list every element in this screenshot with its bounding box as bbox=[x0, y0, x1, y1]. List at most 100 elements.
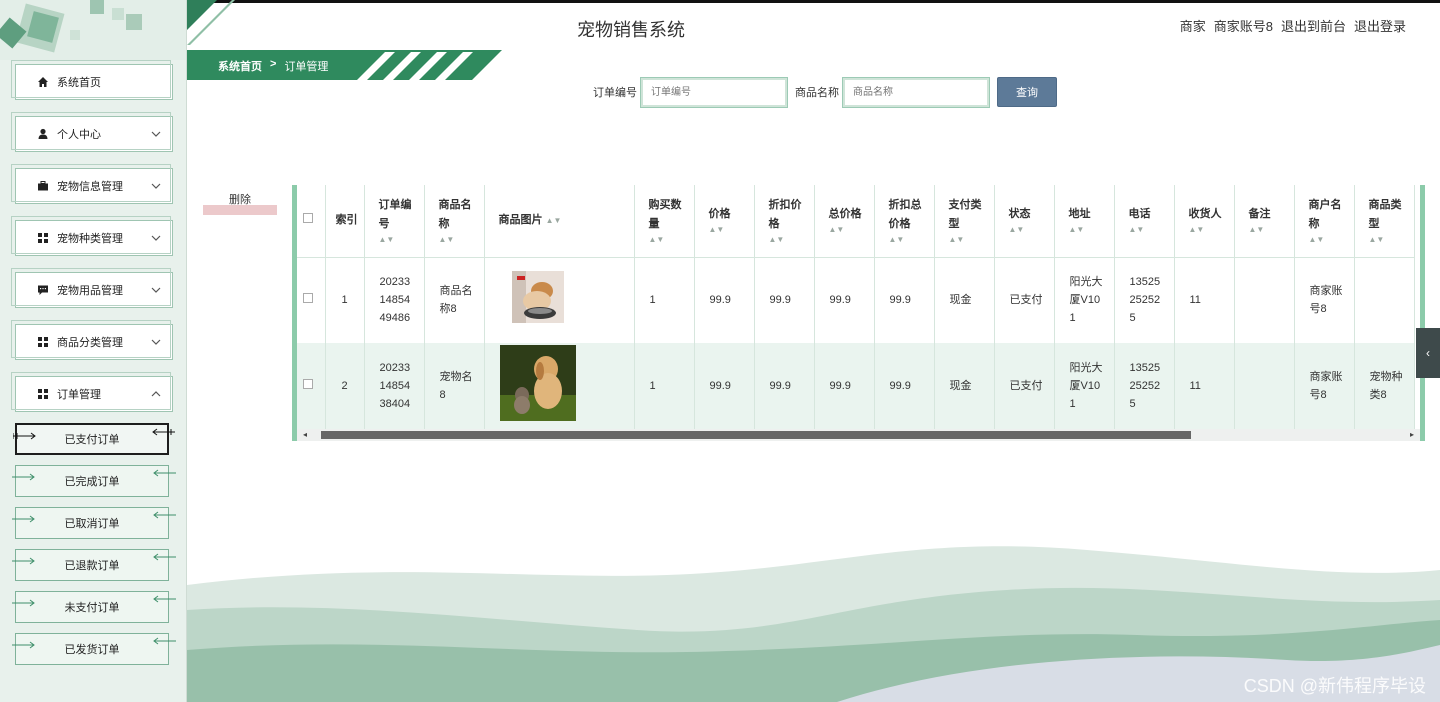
submenu-label: 已发货订单 bbox=[64, 644, 120, 656]
breadcrumb-home[interactable]: 系统首页 bbox=[218, 58, 262, 74]
submenu-shipped-orders[interactable]: 已发货订单 bbox=[12, 633, 176, 665]
arrow-left-icon bbox=[153, 553, 176, 561]
product-name-input[interactable] bbox=[842, 76, 990, 108]
horizontal-scrollbar[interactable]: ◂ ▸ bbox=[297, 429, 1420, 441]
col-header[interactable]: 电话 ▲▼ bbox=[1114, 185, 1175, 258]
sidebar-item-label: 个人中心 bbox=[57, 129, 101, 141]
col-header[interactable]: 商品名称 ▲▼ bbox=[424, 185, 485, 258]
user-role: 商家 bbox=[1179, 19, 1206, 34]
col-header[interactable]: 地址 ▲▼ bbox=[1054, 185, 1115, 258]
sidebar-item-orders[interactable]: 订单管理 bbox=[11, 372, 173, 412]
submenu-paid-orders[interactable]: 已支付订单 bbox=[13, 423, 175, 455]
select-all-header bbox=[297, 185, 326, 258]
delete-button[interactable]: 删除 bbox=[203, 193, 277, 215]
sort-icon: ▲▼ bbox=[888, 234, 905, 244]
row-checkbox[interactable] bbox=[303, 293, 313, 304]
arrow-left-icon bbox=[152, 428, 175, 436]
chevron-left-icon: ‹ bbox=[1426, 346, 1430, 360]
user-name: 商家账号8 bbox=[1213, 19, 1273, 34]
sort-icon: ▲▼ bbox=[708, 225, 725, 235]
submenu-unpaid-orders[interactable]: 未支付订单 bbox=[12, 591, 176, 623]
scroll-left-icon[interactable]: ◂ bbox=[303, 430, 307, 439]
chevron-up-icon bbox=[151, 391, 161, 397]
sort-icon: ▲▼ bbox=[1068, 225, 1085, 235]
grid-icon bbox=[36, 335, 50, 349]
sort-icon: ▲▼ bbox=[1368, 234, 1385, 244]
message-icon bbox=[36, 283, 50, 297]
sidebar-item-label: 系统首页 bbox=[57, 77, 101, 89]
submenu-label: 已完成订单 bbox=[64, 476, 120, 488]
col-header[interactable]: 购买数量 ▲▼ bbox=[634, 185, 695, 258]
col-header[interactable]: 状态 ▲▼ bbox=[994, 185, 1055, 258]
col-header[interactable]: 订单编号 ▲▼ bbox=[364, 185, 425, 258]
col-header[interactable]: 商品图片 ▲▼ bbox=[484, 185, 635, 258]
sidebar-item-label: 宠物信息管理 bbox=[57, 181, 123, 193]
order-number-input[interactable] bbox=[640, 76, 788, 108]
submenu-refunded-orders[interactable]: 已退款订单 bbox=[12, 549, 176, 581]
row-checkbox[interactable] bbox=[303, 379, 313, 389]
page-title: 宠物销售系统 bbox=[577, 20, 685, 40]
table-row[interactable]: 2 202331485438404 宠物名8 1 99.9 99.9 99.9 … bbox=[297, 343, 1415, 429]
sidebar-item-home[interactable]: 系统首页 bbox=[11, 60, 173, 100]
back-to-front-link[interactable]: 退出到前台 bbox=[1281, 16, 1346, 35]
sort-icon: ▲▼ bbox=[768, 234, 785, 244]
submenu-label: 已支付订单 bbox=[64, 434, 120, 446]
breadcrumb: 系统首页 > 订单管理 bbox=[218, 58, 328, 74]
user-icon bbox=[36, 127, 50, 141]
col-header[interactable]: 折扣总价格 ▲▼ bbox=[874, 185, 935, 258]
submenu-label: 已退款订单 bbox=[64, 560, 120, 572]
order-number-label: 订单编号 bbox=[593, 87, 637, 99]
sort-icon: ▲▼ bbox=[1128, 225, 1145, 235]
sidebar-item-product-categories[interactable]: 商品分类管理 bbox=[11, 320, 173, 360]
scroll-right-icon[interactable]: ▸ bbox=[1410, 430, 1414, 439]
arrow-right-icon bbox=[12, 599, 35, 607]
arrow-right-icon bbox=[12, 557, 35, 565]
arrow-right-icon bbox=[12, 641, 35, 649]
col-header: 索引 bbox=[325, 185, 365, 258]
user-links: 商家 商家账号8 退出到前台 退出登录 bbox=[1180, 16, 1406, 35]
arrow-left-icon bbox=[153, 469, 176, 477]
submenu-label: 已取消订单 bbox=[64, 518, 120, 530]
arrow-right-icon bbox=[12, 473, 35, 481]
briefcase-icon bbox=[36, 179, 50, 193]
sidebar-item-profile[interactable]: 个人中心 bbox=[11, 112, 173, 152]
header-corner-decoration bbox=[187, 0, 235, 45]
arrow-right-icon bbox=[12, 515, 35, 523]
collapse-panel-button[interactable]: ‹ bbox=[1416, 328, 1440, 378]
chevron-down-icon bbox=[151, 287, 161, 293]
table-row[interactable]: 1 20233148544948​6 商品名称8 1 99.9 bbox=[297, 257, 1415, 343]
sort-icon: ▲▼ bbox=[378, 234, 395, 244]
sort-icon: ▲▼ bbox=[545, 216, 562, 226]
sort-icon: ▲▼ bbox=[828, 225, 845, 235]
chevron-down-icon bbox=[151, 131, 161, 137]
grid-icon bbox=[36, 231, 50, 245]
sort-icon: ▲▼ bbox=[1308, 234, 1325, 244]
sidebar-item-pet-supplies[interactable]: 宠物用品管理 bbox=[11, 268, 173, 308]
col-header[interactable]: 总价格 ▲▼ bbox=[814, 185, 875, 258]
search-button[interactable]: 查询 bbox=[997, 77, 1057, 107]
col-header[interactable]: 备注 ▲▼ bbox=[1234, 185, 1295, 258]
sort-icon: ▲▼ bbox=[1248, 225, 1265, 235]
sidebar-item-label: 商品分类管理 bbox=[57, 337, 123, 349]
col-header[interactable]: 收货人 ▲▼ bbox=[1174, 185, 1235, 258]
submenu-cancelled-orders[interactable]: 已取消订单 bbox=[12, 507, 176, 539]
col-header[interactable]: 价格 ▲▼ bbox=[694, 185, 755, 258]
col-header[interactable]: 支付类型 ▲▼ bbox=[934, 185, 995, 258]
sidebar-item-pet-types[interactable]: 宠物种类管理 bbox=[11, 216, 173, 256]
breadcrumb-separator: > bbox=[270, 58, 277, 70]
submenu-completed-orders[interactable]: 已完成订单 bbox=[12, 465, 176, 497]
select-all-checkbox[interactable] bbox=[303, 213, 313, 224]
arrow-left-icon bbox=[153, 637, 176, 645]
col-header[interactable]: 折扣价格 ▲▼ bbox=[754, 185, 815, 258]
scrollbar-thumb[interactable] bbox=[321, 431, 1191, 439]
logout-link[interactable]: 退出登录 bbox=[1354, 16, 1406, 35]
arrow-left-icon bbox=[153, 511, 176, 519]
search-bar: 订单编号 商品名称 查询 bbox=[593, 76, 1057, 108]
col-header[interactable]: 商户名称 ▲▼ bbox=[1294, 185, 1355, 258]
sidebar-item-label: 宠物用品管理 bbox=[57, 285, 123, 297]
product-name-label: 商品名称 bbox=[795, 87, 839, 99]
sidebar-item-pet-info[interactable]: 宠物信息管理 bbox=[11, 164, 173, 204]
arrow-right-icon bbox=[13, 432, 36, 440]
sidebar-item-label: 订单管理 bbox=[57, 389, 101, 401]
col-header[interactable]: 商品类型 ▲▼ bbox=[1354, 185, 1415, 258]
